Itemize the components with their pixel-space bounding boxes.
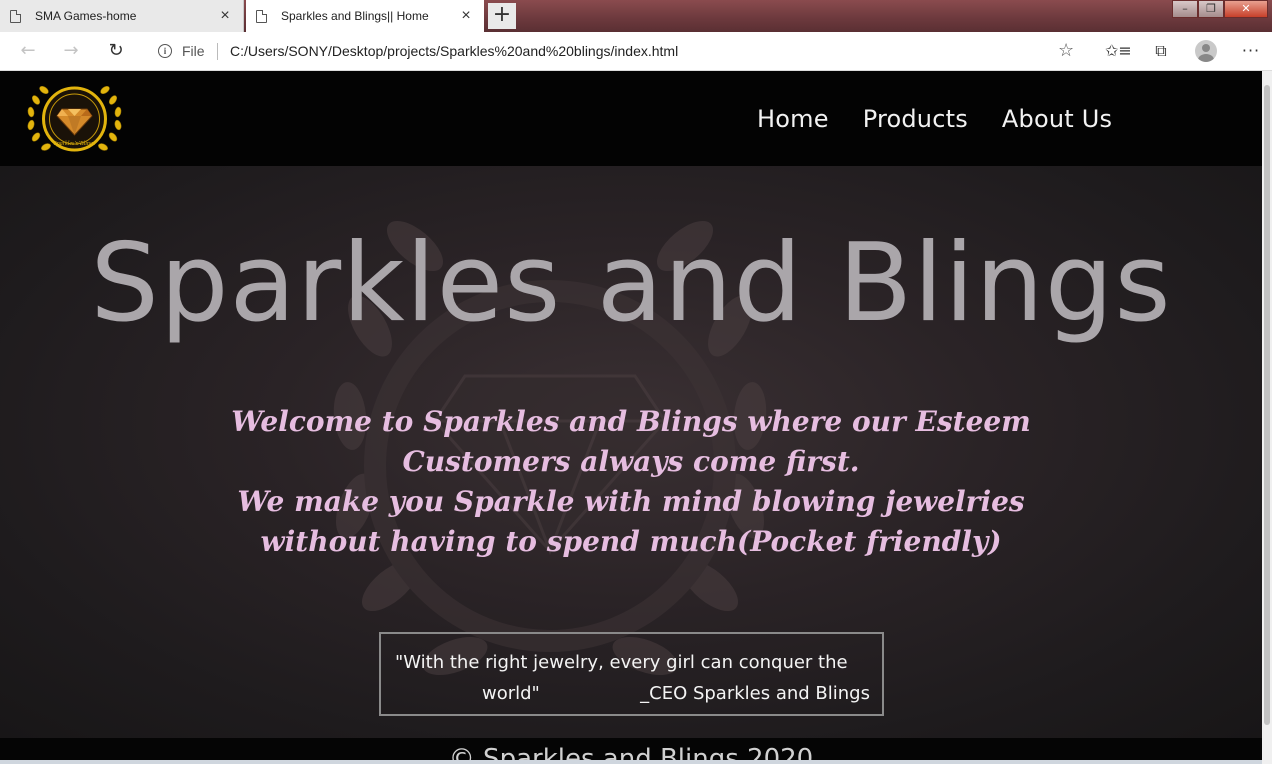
arrow-right-icon[interactable]: →	[60, 40, 82, 62]
quote-text-line2: world"	[482, 683, 540, 704]
nav-home-link[interactable]: Home	[757, 105, 829, 133]
hero-section: Sparkles and Blings Welcome to Sparkles …	[0, 166, 1262, 738]
close-icon[interactable]: ×	[217, 7, 233, 25]
close-icon[interactable]: ×	[458, 7, 474, 25]
page-scrollbar[interactable]	[1262, 71, 1272, 764]
page-icon	[10, 9, 21, 23]
window-controls: – ❐ ✕	[1172, 0, 1268, 18]
new-tab-button[interactable]: +	[488, 3, 516, 29]
tagline-paragraph: We make you Sparkle with mind blowing je…	[237, 485, 1025, 558]
avatar	[1195, 40, 1217, 62]
logo[interactable]: Sparkles'n'Blings	[22, 79, 127, 161]
maximize-button[interactable]: ❐	[1198, 0, 1224, 18]
hero-welcome-text: Welcome to Sparkles and Blings where our…	[190, 402, 1072, 562]
page-viewport: Sparkles'n'Blings Home Products About Us	[0, 71, 1262, 764]
ceo-quote-box: "With the right jewelry, every girl can …	[379, 632, 884, 716]
reload-icon[interactable]: ↻	[105, 40, 127, 62]
page-icon	[256, 9, 267, 23]
main-nav: Home Products About Us	[757, 105, 1112, 133]
tab-label: Sparkles and Blings|| Home	[281, 9, 429, 23]
scroll-thumb[interactable]	[1264, 85, 1270, 725]
minimize-button[interactable]: –	[1172, 0, 1198, 18]
quote-author: _CEO Sparkles and Blings	[640, 683, 870, 704]
site-header: Sparkles'n'Blings Home Products About Us	[0, 71, 1262, 166]
welcome-paragraph: Welcome to Sparkles and Blings where our…	[231, 405, 1031, 478]
tab-sma-games[interactable]: SMA Games-home ×	[0, 0, 244, 32]
tab-sparkles-home[interactable]: Sparkles and Blings|| Home ×	[246, 0, 484, 32]
tab-label: SMA Games-home	[35, 9, 137, 23]
info-icon[interactable]: i	[158, 44, 172, 58]
svg-text:Sparkles'n'Blings: Sparkles'n'Blings	[54, 141, 96, 147]
taskbar-edge	[0, 760, 1262, 764]
favorites-list-icon[interactable]: ✩≡	[1105, 40, 1132, 62]
nav-about-link[interactable]: About Us	[1002, 105, 1112, 133]
hero-title: Sparkles and Blings	[90, 221, 1172, 346]
browser-tab-bar: SMA Games-home × Sparkles and Blings|| H…	[0, 0, 1272, 32]
quote-text-line1: "With the right jewelry, every girl can …	[395, 652, 848, 673]
collections-icon[interactable]: ⧉	[1150, 40, 1172, 62]
scheme-label: File	[182, 43, 205, 59]
more-icon[interactable]: ···	[1240, 40, 1262, 62]
arrow-left-icon[interactable]: ←	[17, 40, 39, 62]
profile-icon[interactable]	[1195, 40, 1217, 62]
url-text[interactable]: C:/Users/SONY/Desktop/projects/Sparkles%…	[230, 43, 678, 59]
quote-line2: world" _CEO Sparkles and Blings	[395, 677, 870, 710]
address-bar[interactable]: i File C:/Users/SONY/Desktop/projects/Sp…	[145, 37, 1090, 66]
browser-toolbar: ← → ↻ i File C:/Users/SONY/Desktop/proje…	[0, 32, 1272, 71]
nav-products-link[interactable]: Products	[863, 105, 968, 133]
close-window-button[interactable]: ✕	[1224, 0, 1268, 18]
address-divider	[217, 43, 218, 60]
star-icon[interactable]: ☆	[1058, 40, 1074, 61]
